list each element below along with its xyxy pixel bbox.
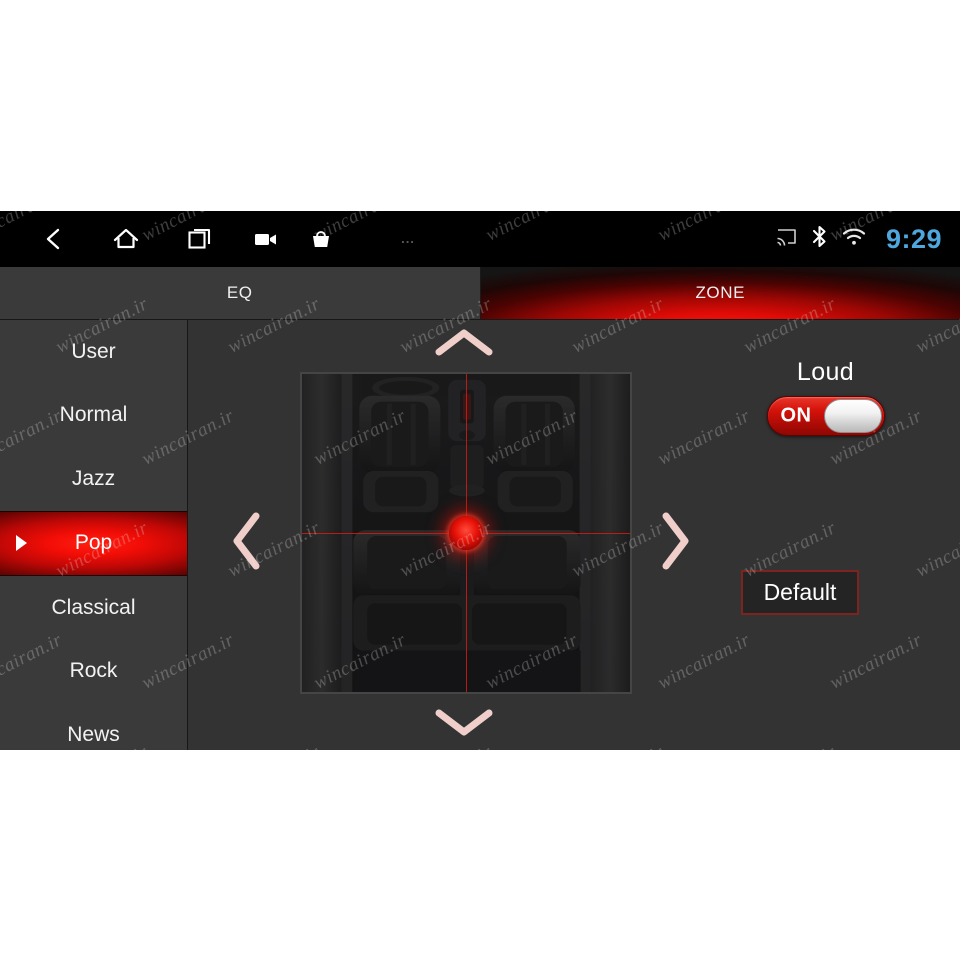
eq-preset-label: Pop [74, 531, 113, 555]
back-icon[interactable] [26, 211, 82, 267]
home-icon[interactable] [98, 211, 154, 267]
zone-left-arrow-icon[interactable] [230, 510, 264, 577]
eq-preset-label: Classical [51, 595, 136, 619]
video-camera-icon[interactable] [238, 211, 294, 267]
tab-eq-label: EQ [226, 283, 253, 302]
eq-preset-label: News [67, 722, 120, 746]
zone-down-arrow-icon[interactable] [433, 705, 495, 744]
eq-preset-rock[interactable]: Rock [0, 640, 187, 704]
eq-preset-label: Normal [59, 403, 128, 427]
tab-zone-label: ZONE [695, 283, 746, 302]
eq-preset-pop[interactable]: Pop [0, 510, 187, 576]
tab-zone[interactable]: ZONE [480, 267, 960, 319]
tab-eq[interactable]: EQ [0, 267, 481, 319]
overflow-menu-icon[interactable]: ... [380, 211, 436, 267]
zone-up-arrow-icon[interactable] [433, 326, 495, 365]
eq-preset-news[interactable]: News [0, 703, 187, 750]
eq-preset-label: Jazz [71, 466, 116, 490]
default-button-label: Default [763, 579, 837, 605]
car-interior-diagram[interactable] [300, 372, 632, 694]
eq-preset-label: Rock [69, 659, 118, 683]
loudness-toggle[interactable]: ON [766, 396, 885, 436]
eq-preset-list: User Normal Jazz Pop Classical Rock News [0, 319, 188, 750]
loudness-state-label: ON [780, 404, 812, 427]
cast-icon [776, 228, 797, 251]
content-area: User Normal Jazz Pop Classical Rock News [0, 319, 960, 750]
selected-marker-icon [16, 535, 27, 552]
bluetooth-icon [811, 225, 828, 253]
eq-preset-label: User [71, 339, 116, 363]
head-unit-screen: ... 9:29 EQ ZONE User Normal Jazz Pop Cl… [0, 211, 960, 750]
zone-position-dot[interactable] [449, 516, 483, 550]
loudness-label: Loud [796, 358, 855, 386]
status-indicators: 9:29 [776, 211, 942, 267]
eq-preset-normal[interactable]: Normal [0, 384, 187, 448]
default-button[interactable]: Default [741, 570, 859, 615]
tab-bar: EQ ZONE [0, 267, 960, 319]
loudness-control: Loud ON [738, 358, 913, 436]
zone-right-arrow-icon[interactable] [658, 510, 692, 577]
status-bar: ... 9:29 [0, 211, 960, 267]
zone-panel: Loud ON Default [188, 319, 960, 750]
toggle-knob[interactable] [823, 399, 882, 433]
eq-preset-jazz[interactable]: Jazz [0, 447, 187, 511]
eq-preset-classical[interactable]: Classical [0, 576, 187, 640]
shopping-bag-icon[interactable] [293, 211, 349, 267]
eq-preset-user[interactable]: User [0, 320, 187, 384]
clock: 9:29 [885, 223, 942, 254]
recents-icon[interactable] [172, 211, 228, 267]
wifi-icon [842, 227, 866, 251]
